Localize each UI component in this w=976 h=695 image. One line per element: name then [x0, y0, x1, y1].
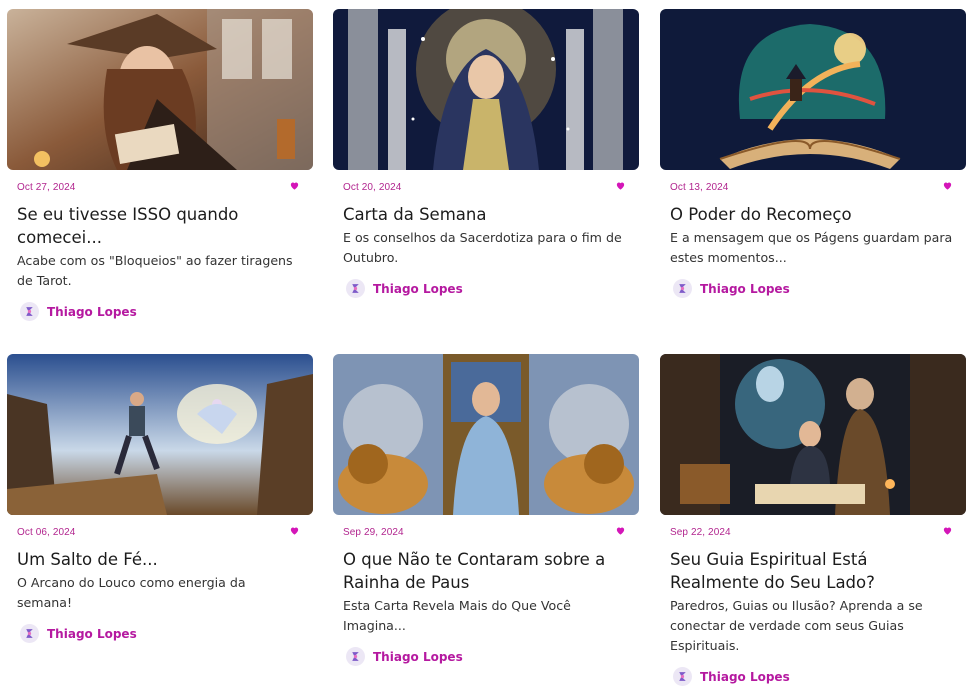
- author-name: Thiago Lopes: [700, 281, 790, 296]
- post-excerpt: E a mensagem que os Págens guardam para …: [670, 230, 953, 265]
- post-excerpt: Esta Carta Revela Mais do Que Você Imagi…: [343, 598, 571, 633]
- post-card[interactable]: Sep 29, 2024 O que Não te Contaram sobre…: [333, 354, 639, 666]
- post-card[interactable]: Oct 27, 2024 Se eu tivesse ISSO quando c…: [7, 9, 313, 321]
- post-date: Oct 27, 2024: [17, 181, 76, 193]
- author-name: Thiago Lopes: [47, 626, 137, 641]
- author-avatar: [20, 624, 39, 643]
- post-card[interactable]: Oct 13, 2024 O Poder do Recomeço E a men…: [660, 9, 966, 298]
- author-name: Thiago Lopes: [700, 669, 790, 684]
- post-date: Sep 22, 2024: [670, 526, 731, 538]
- author-avatar: [673, 279, 692, 298]
- post-excerpt: O Arcano do Louco como energia da semana…: [17, 575, 246, 610]
- like-heart-icon[interactable]: [615, 525, 629, 539]
- post-author[interactable]: Thiago Lopes: [333, 647, 639, 666]
- post-date: Oct 06, 2024: [17, 526, 76, 538]
- post-date: Oct 20, 2024: [343, 181, 402, 193]
- post-title[interactable]: Seu Guia Espiritual Está Realmente do Se…: [660, 548, 966, 594]
- post-image[interactable]: [7, 354, 313, 515]
- author-name: Thiago Lopes: [373, 281, 463, 296]
- author-name: Thiago Lopes: [47, 304, 137, 319]
- post-image[interactable]: [7, 9, 313, 170]
- author-avatar: [346, 279, 365, 298]
- blog-post-grid: Oct 27, 2024 Se eu tivesse ISSO quando c…: [0, 0, 976, 695]
- like-heart-icon[interactable]: [942, 525, 956, 539]
- post-card[interactable]: Oct 06, 2024 Um Salto de Fé... O Arcano …: [7, 354, 313, 643]
- post-image[interactable]: [660, 9, 966, 170]
- post-author[interactable]: Thiago Lopes: [660, 667, 966, 686]
- post-card[interactable]: Oct 20, 2024 Carta da Semana E os consel…: [333, 9, 639, 298]
- author-avatar: [20, 302, 39, 321]
- post-image[interactable]: [333, 354, 639, 515]
- like-heart-icon[interactable]: [289, 525, 303, 539]
- post-author[interactable]: Thiago Lopes: [660, 279, 966, 298]
- author-name: Thiago Lopes: [373, 649, 463, 664]
- post-author[interactable]: Thiago Lopes: [7, 624, 313, 643]
- author-avatar: [346, 647, 365, 666]
- post-image[interactable]: [333, 9, 639, 170]
- like-heart-icon[interactable]: [942, 180, 956, 194]
- post-title[interactable]: O Poder do Recomeço: [660, 203, 966, 226]
- post-title[interactable]: Um Salto de Fé...: [7, 548, 313, 571]
- post-excerpt: E os conselhos da Sacerdotiza para o fim…: [343, 230, 622, 265]
- post-author[interactable]: Thiago Lopes: [7, 302, 313, 321]
- post-card[interactable]: Sep 22, 2024 Seu Guia Espiritual Está Re…: [660, 354, 966, 686]
- post-date: Sep 29, 2024: [343, 526, 404, 538]
- like-heart-icon[interactable]: [289, 180, 303, 194]
- like-heart-icon[interactable]: [615, 180, 629, 194]
- post-image[interactable]: [660, 354, 966, 515]
- post-date: Oct 13, 2024: [670, 181, 729, 193]
- post-title[interactable]: Se eu tivesse ISSO quando comecei...: [7, 203, 313, 249]
- post-title[interactable]: O que Não te Contaram sobre a Rainha de …: [333, 548, 639, 594]
- post-excerpt: Paredros, Guias ou Ilusão? Aprenda a se …: [670, 598, 923, 653]
- post-author[interactable]: Thiago Lopes: [333, 279, 639, 298]
- post-excerpt: Acabe com os "Bloqueios" ao fazer tirage…: [17, 253, 293, 288]
- author-avatar: [673, 667, 692, 686]
- post-title[interactable]: Carta da Semana: [333, 203, 639, 226]
